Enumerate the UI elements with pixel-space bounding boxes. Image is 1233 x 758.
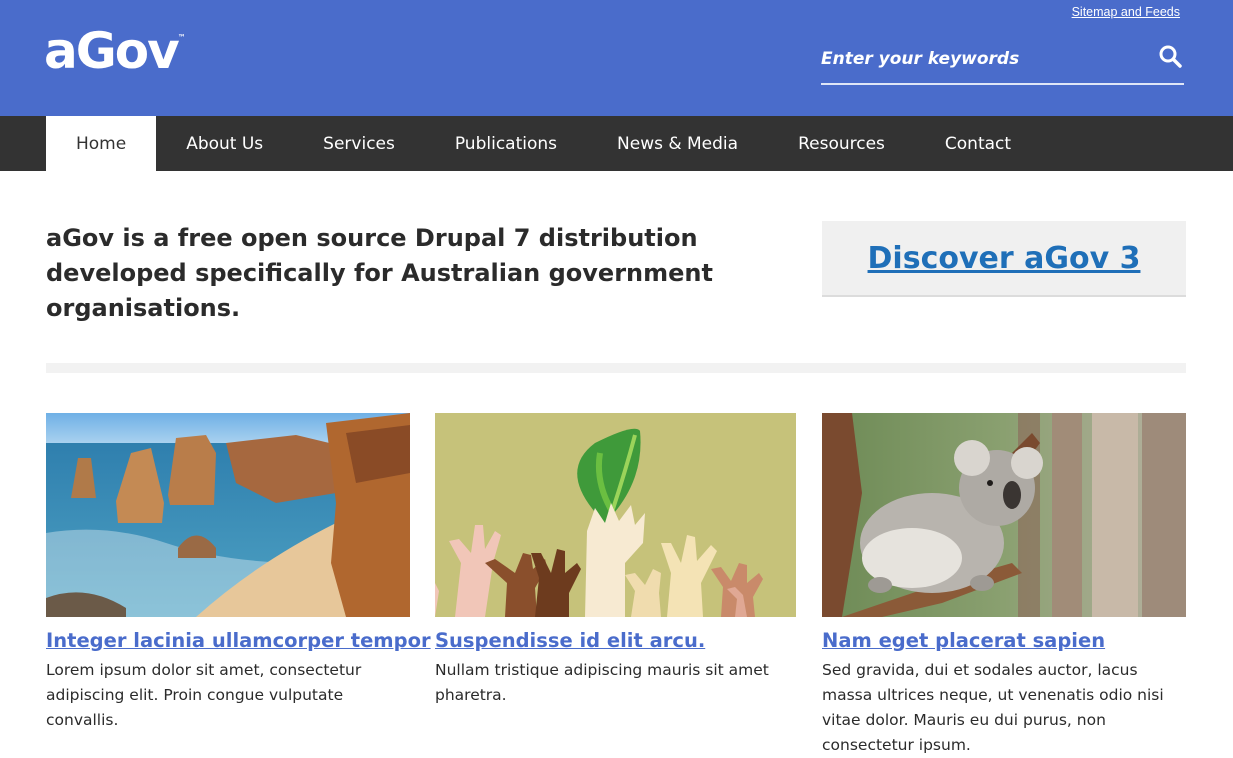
card-3-text: Sed gravida, dui et sodales auctor, lacu… <box>822 661 1164 754</box>
logo-text: aGov <box>44 22 180 80</box>
nav-item-about-us[interactable]: About Us <box>156 116 293 171</box>
feature-card-3: Nam eget placerat sapien Sed gravida, du… <box>822 413 1186 758</box>
card-2-title-link[interactable]: Suspendisse id elit arcu. <box>435 629 796 652</box>
nav-item-resources[interactable]: Resources <box>768 116 915 171</box>
intro-text: aGov is a free open source Drupal 7 dist… <box>46 224 713 322</box>
search-input[interactable] <box>821 44 1141 74</box>
agov-logo[interactable]: aGov™ <box>44 26 186 76</box>
nav-item-contact[interactable]: Contact <box>915 116 1041 171</box>
main-navigation: Home About Us Services Publications News… <box>0 116 1233 171</box>
card-2-text: Nullam tristique adipiscing mauris sit a… <box>435 661 769 704</box>
sitemap-and-feeds-link[interactable]: Sitemap and Feeds <box>1072 5 1180 19</box>
nav-item-home[interactable]: Home <box>46 116 157 171</box>
logo-trademark: ™ <box>177 33 186 42</box>
card-3-title-link[interactable]: Nam eget placerat sapien <box>822 629 1186 652</box>
feature-card-1: Integer lacinia ullamcorper tempor Lorem… <box>46 413 431 733</box>
site-header: Sitemap and Feeds aGov™ <box>0 0 1233 116</box>
nav-list: Home About Us Services Publications News… <box>46 116 1041 171</box>
search-button[interactable] <box>1156 42 1184 72</box>
discover-agov-button[interactable]: Discover aGov 3 <box>822 221 1186 297</box>
feature-card-2: Suspendisse id elit arcu. Nullam tristiq… <box>435 413 796 708</box>
nav-item-services[interactable]: Services <box>293 116 425 171</box>
section-divider <box>46 363 1186 373</box>
card-1-text: Lorem ipsum dolor sit amet, consectetur … <box>46 661 362 729</box>
coastal-cliffs-image[interactable] <box>46 413 410 617</box>
nav-item-publications[interactable]: Publications <box>425 116 587 171</box>
card-1-title-link[interactable]: Integer lacinia ullamcorper tempor <box>46 629 431 652</box>
raised-hands-leaf-image[interactable] <box>435 413 796 617</box>
koala-image[interactable] <box>822 413 1186 617</box>
search-icon <box>1159 45 1182 68</box>
nav-item-news-media[interactable]: News & Media <box>587 116 768 171</box>
search-form <box>821 40 1184 85</box>
